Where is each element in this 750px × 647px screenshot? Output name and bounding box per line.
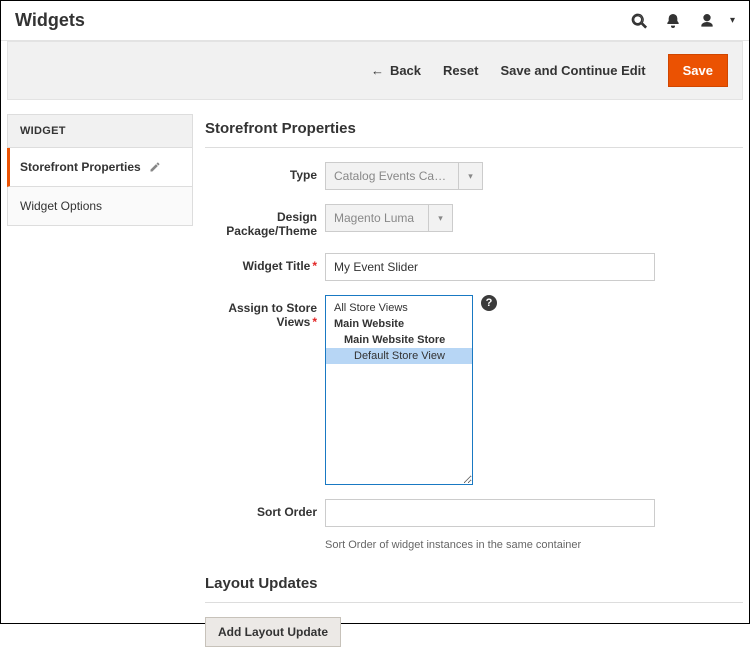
store-view-option[interactable]: All Store Views — [326, 300, 472, 316]
chevron-down-icon: ▾ — [458, 163, 482, 189]
save-button[interactable]: Save — [668, 54, 728, 87]
theme-select: Magento Luma ▾ — [325, 204, 453, 232]
type-select-value: Catalog Events Carousel — [326, 169, 458, 183]
page-title: Widgets — [15, 10, 85, 31]
type-select: Catalog Events Carousel ▾ — [325, 162, 483, 190]
section-storefront-title: Storefront Properties — [205, 114, 743, 148]
back-button-label: Back — [390, 63, 421, 78]
sidebar-header: WIDGET — [7, 114, 193, 148]
content: Storefront Properties Type Catalog Event… — [205, 114, 743, 647]
widget-title-input[interactable] — [325, 253, 655, 281]
sidebar-item-label: Storefront Properties — [20, 160, 141, 174]
label-sort-order: Sort Order — [205, 499, 325, 519]
sidebar-item-widget-options[interactable]: Widget Options — [7, 187, 193, 226]
save-continue-button[interactable]: Save and Continue Edit — [500, 63, 645, 78]
theme-select-value: Magento Luma — [326, 211, 428, 225]
store-view-option[interactable]: Main Website Store — [326, 332, 472, 348]
back-button[interactable]: ← Back — [371, 63, 421, 78]
store-views-multiselect[interactable]: All Store ViewsMain WebsiteMain Website … — [325, 295, 473, 485]
account-menu-caret-icon[interactable]: ▾ — [730, 15, 735, 26]
reset-button[interactable]: Reset — [443, 63, 478, 78]
account-icon[interactable] — [696, 10, 718, 32]
action-bar: ← Back Reset Save and Continue Edit Save — [7, 41, 743, 100]
section-layout-title: Layout Updates — [205, 569, 743, 603]
label-type: Type — [205, 162, 325, 182]
sidebar-item-storefront-properties[interactable]: Storefront Properties — [7, 148, 193, 187]
label-store-views: Assign to Store Views* — [205, 295, 325, 329]
pencil-icon — [149, 161, 161, 173]
store-view-option[interactable]: Default Store View — [326, 348, 472, 364]
sort-order-input[interactable] — [325, 499, 655, 527]
arrow-left-icon: ← — [371, 63, 384, 78]
chevron-down-icon: ▾ — [428, 205, 452, 231]
sidebar-item-label: Widget Options — [20, 199, 102, 213]
search-icon[interactable] — [628, 10, 650, 32]
help-icon[interactable]: ? — [481, 295, 497, 311]
add-layout-update-button[interactable]: Add Layout Update — [205, 617, 341, 647]
store-view-option[interactable]: Main Website — [326, 316, 472, 332]
label-widget-title: Widget Title* — [205, 253, 325, 273]
label-theme: Design Package/Theme — [205, 204, 325, 239]
sidebar: WIDGET Storefront Properties Widget Opti… — [7, 114, 193, 647]
sort-order-hint: Sort Order of widget instances in the sa… — [325, 539, 743, 551]
notifications-icon[interactable] — [662, 10, 684, 32]
